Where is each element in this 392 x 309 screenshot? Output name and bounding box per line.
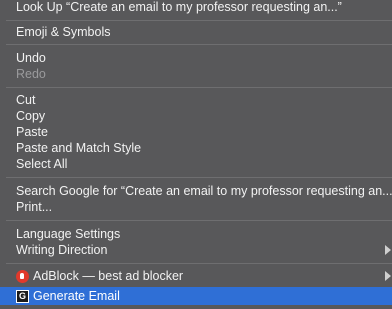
context-menu: Look Up “Create an email to my professor… — [0, 0, 392, 309]
menu-item-paste[interactable]: Paste — [0, 124, 392, 140]
menu-separator — [6, 87, 392, 88]
menu-item-select-all[interactable]: Select All — [0, 156, 392, 172]
menu-item-adblock[interactable]: AdBlock — best ad blocker — [0, 268, 392, 284]
menu-item-language-settings[interactable]: Language Settings — [0, 226, 392, 242]
menu-item-undo[interactable]: Undo — [0, 50, 392, 66]
menu-separator — [6, 263, 392, 264]
menu-item-print[interactable]: Print... — [0, 199, 392, 215]
menu-item-cut[interactable]: Cut — [0, 92, 392, 108]
menu-separator — [6, 220, 392, 221]
menu-item-writing-direction[interactable]: Writing Direction — [0, 242, 392, 258]
menu-separator — [6, 44, 392, 45]
generate-email-icon: G — [16, 290, 29, 303]
menu-item-redo: Redo — [16, 67, 46, 81]
submenu-arrow-icon — [385, 271, 391, 281]
menu-item-search-google[interactable]: Search Google for “Create an email to my… — [0, 183, 392, 199]
adblock-icon — [16, 270, 29, 283]
menu-item-emoji-symbols[interactable]: Emoji & Symbols — [0, 24, 392, 40]
writing-direction-label: Writing Direction — [16, 243, 108, 257]
submenu-arrow-icon — [385, 245, 391, 255]
menu-item-look-up[interactable]: Look Up “Create an email to my professor… — [0, 0, 392, 15]
menu-separator — [6, 20, 392, 21]
menu-separator — [6, 177, 392, 178]
adblock-label: AdBlock — best ad blocker — [33, 269, 184, 283]
menu-item-paste-match-style[interactable]: Paste and Match Style — [0, 140, 392, 156]
menu-item-generate-email[interactable]: G Generate Email — [0, 287, 392, 305]
menu-item-copy[interactable]: Copy — [0, 108, 392, 124]
generate-email-label: Generate Email — [33, 289, 120, 303]
